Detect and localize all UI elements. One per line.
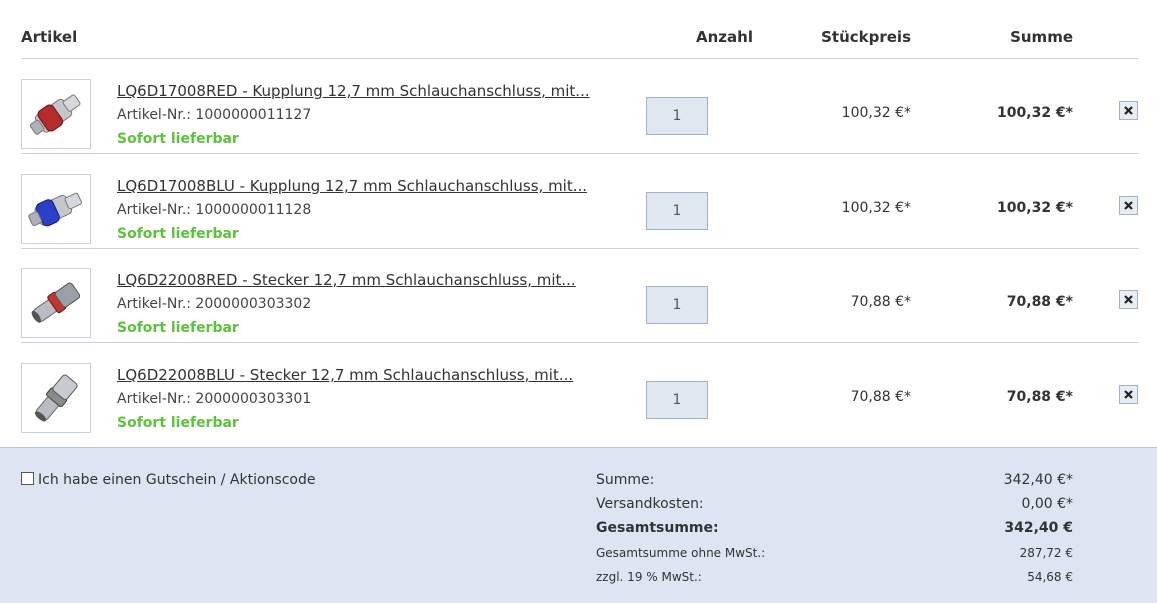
close-icon xyxy=(1124,201,1133,210)
blue-plug-icon xyxy=(34,374,78,422)
subtotal-value: 342,40 €* xyxy=(1003,472,1073,488)
blue-coupling-icon xyxy=(28,192,82,227)
close-icon xyxy=(1124,106,1133,115)
grand-total-label: Gesamtsumme: xyxy=(596,520,719,536)
article-number: Artikel-Nr.: 1000000011128 xyxy=(117,202,312,218)
column-header-summe: Summe xyxy=(1010,28,1073,46)
cart-row: LQ6D22008BLU - Stecker 12,7 mm Schlaucha… xyxy=(0,343,1157,438)
line-sum: 100,32 €* xyxy=(997,200,1073,216)
line-sum: 70,88 €* xyxy=(1006,294,1073,310)
cart-summary: Ich habe einen Gutschein / Aktionscode S… xyxy=(0,447,1157,603)
quantity-input[interactable] xyxy=(646,286,708,324)
close-icon xyxy=(1124,295,1133,304)
stock-status: Sofort lieferbar xyxy=(117,131,239,147)
stock-status: Sofort lieferbar xyxy=(117,415,239,431)
column-header-stueckpreis: Stückpreis xyxy=(821,28,911,46)
product-title-link[interactable]: LQ6D17008RED - Kupplung 12,7 mm Schlauch… xyxy=(117,82,590,100)
unit-price: 100,32 €* xyxy=(841,200,911,216)
unit-price: 70,88 €* xyxy=(850,294,911,310)
remove-item-button[interactable] xyxy=(1119,101,1138,120)
shipping-value: 0,00 €* xyxy=(1021,496,1073,512)
vat-label: zzgl. 19 % MwSt.: xyxy=(596,570,702,584)
remove-item-button[interactable] xyxy=(1119,290,1138,309)
article-number: Artikel-Nr.: 1000000011127 xyxy=(117,107,312,123)
product-thumbnail[interactable] xyxy=(21,174,91,244)
voucher-label: Ich habe einen Gutschein / Aktionscode xyxy=(38,472,316,488)
line-sum: 100,32 €* xyxy=(997,105,1073,121)
column-header-anzahl: Anzahl xyxy=(696,28,753,46)
cart-row: LQ6D22008RED - Stecker 12,7 mm Schlaucha… xyxy=(0,248,1157,343)
net-total-value: 287,72 € xyxy=(1019,546,1073,560)
cart: Artikel Anzahl Stückpreis Summe LQ6D1700… xyxy=(0,0,1157,603)
checkbox-icon[interactable] xyxy=(21,472,34,485)
red-plug-icon xyxy=(31,282,81,323)
article-number: Artikel-Nr.: 2000000303302 xyxy=(117,296,312,312)
unit-price: 100,32 €* xyxy=(841,105,911,121)
stock-status: Sofort lieferbar xyxy=(117,320,239,336)
cart-header: Artikel Anzahl Stückpreis Summe xyxy=(0,0,1157,59)
quantity-input[interactable] xyxy=(646,97,708,135)
grand-total-value: 342,40 € xyxy=(1004,520,1073,536)
product-thumbnail[interactable] xyxy=(21,79,91,149)
vat-value: 54,68 € xyxy=(1027,570,1073,584)
close-icon xyxy=(1124,390,1133,399)
remove-item-button[interactable] xyxy=(1119,385,1138,404)
quantity-input[interactable] xyxy=(646,192,708,230)
product-title-link[interactable]: LQ6D17008BLU - Kupplung 12,7 mm Schlauch… xyxy=(117,177,587,195)
line-sum: 70,88 €* xyxy=(1006,389,1073,405)
stock-status: Sofort lieferbar xyxy=(117,226,239,242)
subtotal-label: Summe: xyxy=(596,472,655,488)
product-title-link[interactable]: LQ6D22008RED - Stecker 12,7 mm Schlaucha… xyxy=(117,271,576,289)
quantity-input[interactable] xyxy=(646,381,708,419)
shipping-label: Versandkosten: xyxy=(596,496,704,512)
product-title-link[interactable]: LQ6D22008BLU - Stecker 12,7 mm Schlaucha… xyxy=(117,366,573,384)
voucher-checkbox[interactable]: Ich habe einen Gutschein / Aktionscode xyxy=(21,472,316,488)
remove-item-button[interactable] xyxy=(1119,196,1138,215)
net-total-label: Gesamtsumme ohne MwSt.: xyxy=(596,546,766,560)
column-header-artikel: Artikel xyxy=(21,28,78,46)
product-thumbnail[interactable] xyxy=(21,363,91,433)
red-coupling-icon xyxy=(29,94,81,135)
article-number: Artikel-Nr.: 2000000303301 xyxy=(117,391,312,407)
product-thumbnail[interactable] xyxy=(21,268,91,338)
cart-row: LQ6D17008RED - Kupplung 12,7 mm Schlauch… xyxy=(0,59,1157,154)
unit-price: 70,88 €* xyxy=(850,389,911,405)
cart-row: LQ6D17008BLU - Kupplung 12,7 mm Schlauch… xyxy=(0,154,1157,249)
